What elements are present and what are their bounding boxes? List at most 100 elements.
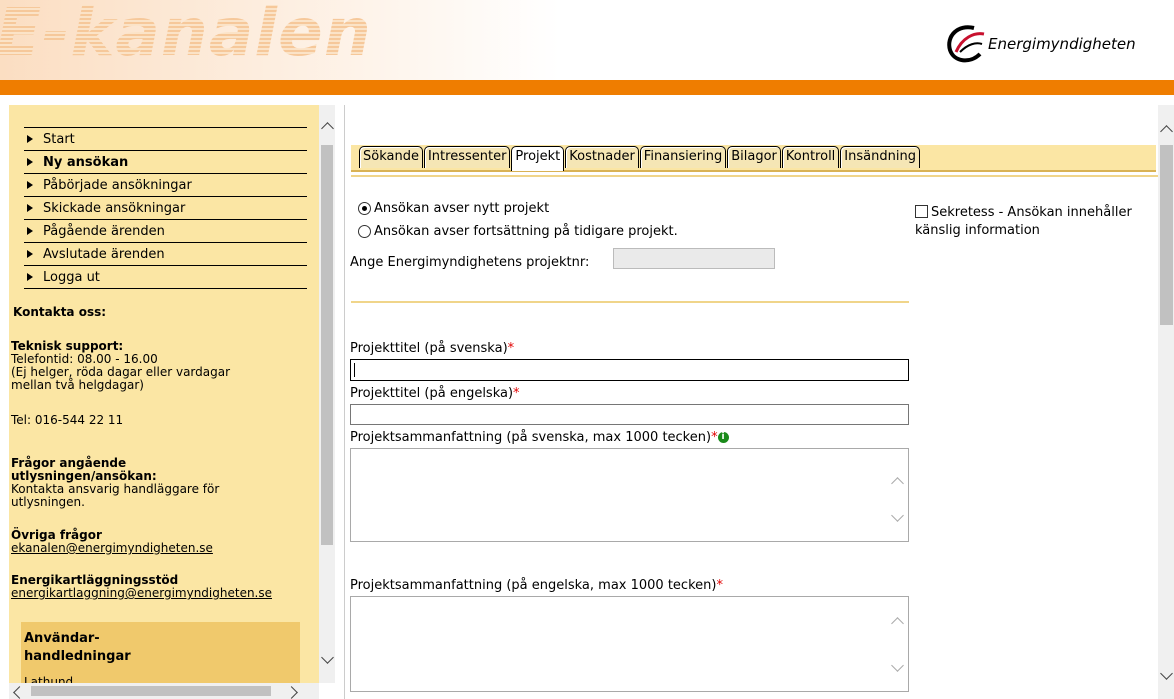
sidebar-frame: Start Ny ansökan Påbörjade ansökningar S… [9, 105, 335, 699]
sidebar-item-paborjade[interactable]: Påbörjade ansökningar [24, 174, 307, 197]
triangle-right-icon [27, 135, 33, 143]
e-kanalen-wordmark: E-kanalen [0, 0, 372, 71]
title-sv-input[interactable] [350, 359, 909, 381]
user-guides-box: Användar- handledningar Lathund [21, 622, 300, 683]
sidebar-item-label: Logga ut [43, 269, 100, 285]
title-sv-label: Projekttitel (på svenska)* [350, 341, 515, 356]
call-questions-text: Kontakta ansvarig handläggare för [11, 482, 220, 496]
call-questions-heading: utlysningen/ansökan: [11, 469, 157, 483]
tech-support-hours: Telefontid: 08.00 - 16.00 [11, 352, 158, 366]
energimyndigheten-logo[interactable]: Energimyndigheten [944, 22, 1136, 66]
scroll-down-icon[interactable] [321, 651, 334, 664]
scroll-down-icon[interactable] [1160, 667, 1173, 680]
tab-finansiering[interactable]: Finansiering [639, 146, 727, 168]
confidential-checkbox-row[interactable]: Sekretess - Ansökan innehåller känslig i… [915, 204, 1165, 240]
triangle-right-icon [27, 227, 33, 235]
tab-sokande[interactable]: Sökande [359, 146, 423, 168]
summary-en-textarea[interactable] [350, 596, 909, 692]
sidebar-item-label: Pågående ärenden [43, 223, 165, 239]
sidebar-horizontal-scrollbar[interactable] [9, 683, 319, 699]
summary-en-label: Projektsammanfattning (på engelska, max … [350, 578, 723, 593]
main-vertical-scrollbar[interactable] [1158, 105, 1174, 699]
required-mark: * [711, 430, 718, 445]
support-phone: Tel: 016-544 22 11 [11, 413, 124, 427]
tab-bar: Sökande Intressenter Projekt Kostnader F… [351, 145, 1156, 172]
required-mark: * [513, 386, 520, 401]
chevron-down-icon[interactable] [891, 509, 904, 522]
info-icon[interactable]: i [717, 432, 729, 443]
sidebar-item-skickade[interactable]: Skickade ansökningar [24, 197, 307, 220]
energy-audit-heading: Energikartläggningsstöd [11, 573, 179, 587]
chevron-up-icon[interactable] [891, 617, 904, 630]
confidential-checkbox[interactable] [915, 205, 928, 218]
sidebar-item-avslutade[interactable]: Avslutade ärenden [24, 243, 307, 266]
sidebar-item-ny-ansokan[interactable]: Ny ansökan [24, 151, 307, 174]
tech-support-block: Teknisk support: Telefontid: 08.00 - 16.… [11, 340, 230, 392]
tab-insandning[interactable]: Insändning [840, 146, 920, 168]
header-orange-bar [0, 80, 1174, 95]
tech-support-note: mellan två helgdagar) [11, 378, 144, 392]
required-mark: * [716, 578, 723, 593]
guides-heading: handledningar [24, 649, 131, 664]
sidebar-vertical-scrollbar[interactable] [319, 105, 335, 683]
tab-divider [351, 175, 1161, 177]
guides-heading: Användar- [24, 631, 100, 646]
confidential-label: känslig information [915, 223, 1040, 238]
triangle-right-icon [27, 158, 33, 166]
triangle-right-icon [27, 204, 33, 212]
tab-intressenter[interactable]: Intressenter [423, 146, 511, 168]
radio-new-label: Ansökan avser nytt projekt [374, 201, 550, 216]
other-questions-block: Övriga frågor ekanalen@energimyndigheten… [11, 529, 213, 555]
summary-sv-label: Projektsammanfattning (på svenska, max 1… [350, 430, 729, 445]
header-banner: E-kanalen Energimyndigheten [0, 0, 1174, 80]
sidebar-item-label: Ny ansökan [43, 154, 129, 170]
sidebar-scroll-thumb[interactable] [321, 145, 333, 545]
radio-continuation-label: Ansökan avser fortsättning på tidigare p… [374, 224, 678, 239]
sidebar-item-label: Avslutade ärenden [43, 246, 165, 262]
scroll-left-icon[interactable] [13, 686, 26, 699]
tab-kostnader[interactable]: Kostnader [565, 146, 639, 168]
project-nr-label: Ange Energimyndighetens projektnr: [350, 255, 590, 270]
triangle-right-icon [27, 250, 33, 258]
tech-support-heading: Teknisk support: [11, 339, 124, 353]
tab-projekt[interactable]: Projekt [511, 146, 565, 171]
text-cursor [354, 363, 355, 377]
sidebar-item-pagaende[interactable]: Pågående ärenden [24, 220, 307, 243]
lathund-link[interactable]: Lathund [24, 675, 73, 683]
tab-list: Sökande Intressenter Projekt Kostnader F… [359, 145, 921, 171]
chevron-down-icon[interactable] [891, 659, 904, 672]
required-mark: * [507, 341, 515, 356]
tab-bilagor[interactable]: Bilagor [727, 146, 781, 168]
call-questions-block: Frågor angående utlysningen/ansökan: Kon… [11, 457, 219, 509]
main-scroll-thumb[interactable] [1160, 145, 1173, 325]
call-questions-heading: Frågor angående [11, 456, 127, 470]
energy-audit-block: Energikartläggningsstöd energikartlaggni… [11, 574, 272, 600]
radio-unselected-icon[interactable] [358, 225, 371, 238]
radio-selected-icon[interactable] [358, 202, 371, 215]
scroll-right-icon[interactable] [285, 686, 298, 699]
sidebar-item-label: Skickade ansökningar [43, 200, 186, 216]
radio-new-project[interactable]: Ansökan avser nytt projekt [358, 201, 549, 216]
summary-sv-textarea[interactable] [350, 448, 909, 542]
call-questions-text: utlysningen. [11, 495, 85, 509]
scroll-up-icon[interactable] [1160, 125, 1173, 138]
ekanalen-email-link[interactable]: ekanalen@energimyndigheten.se [11, 541, 213, 555]
radio-continuation-project[interactable]: Ansökan avser fortsättning på tidigare p… [358, 224, 678, 239]
logo-text: Energimyndigheten [988, 35, 1136, 53]
main-frame: Sökande Intressenter Projekt Kostnader F… [344, 105, 1174, 699]
scroll-up-icon[interactable] [321, 122, 334, 135]
contact-heading: Kontakta oss: [13, 305, 107, 319]
tech-support-note: (Ej helger, röda dagar eller vardagar [11, 365, 231, 379]
sidebar-item-start[interactable]: Start [24, 128, 307, 151]
title-en-input[interactable] [350, 404, 909, 425]
project-nr-input[interactable] [613, 248, 775, 269]
sidebar-item-logga-ut[interactable]: Logga ut [24, 266, 307, 289]
energy-audit-email-link[interactable]: energikartlaggning@energimyndigheten.se [11, 586, 272, 600]
chevron-up-icon[interactable] [891, 477, 904, 490]
title-en-label: Projekttitel (på engelska)* [350, 386, 520, 401]
tab-kontroll[interactable]: Kontroll [781, 146, 840, 168]
sidebar-nav: Start Ny ansökan Påbörjade ansökningar S… [24, 127, 307, 289]
confidential-label: Sekretess - Ansökan innehåller [931, 205, 1132, 220]
sidebar-hscroll-thumb[interactable] [31, 686, 271, 696]
triangle-right-icon [27, 273, 33, 281]
